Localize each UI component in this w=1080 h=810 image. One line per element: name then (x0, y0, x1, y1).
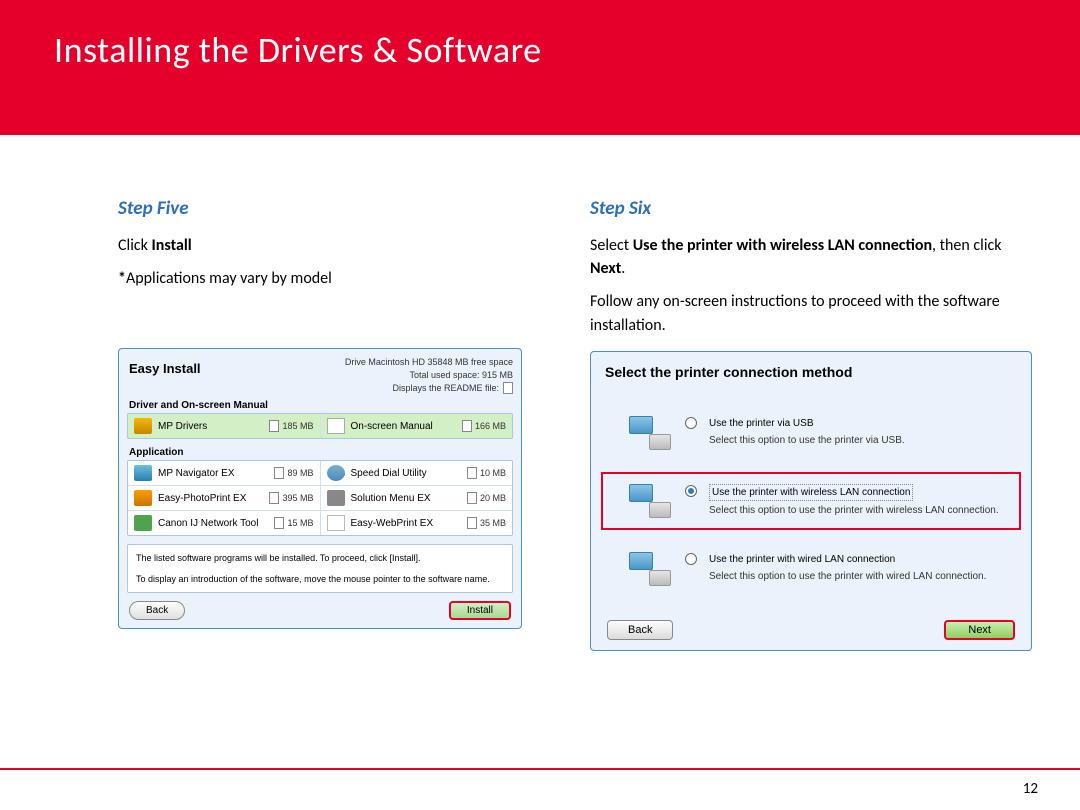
photoprint-icon (134, 490, 152, 506)
wireless-icon (629, 484, 673, 518)
doc-icon (467, 517, 477, 529)
page-number: 12 (1023, 780, 1038, 798)
item-mp-drivers[interactable]: MP Drivers185 MB (128, 414, 321, 438)
step-five-column: Step Five Click Install *Applications ma… (118, 197, 542, 651)
doc-icon (269, 420, 279, 432)
navigator-icon (134, 465, 152, 481)
option-usb[interactable]: Use the printer via USB Select this opti… (601, 404, 1021, 462)
application-list: MP Navigator EX89 MB Speed Dial Utility1… (127, 460, 513, 536)
item-webprint[interactable]: Easy-WebPrint EX35 MB (321, 510, 513, 535)
usb-icon (629, 416, 673, 450)
item-speed-dial[interactable]: Speed Dial Utility10 MB (321, 461, 513, 485)
step-six-text-1: Select Use the printer with wireless LAN… (590, 234, 1032, 280)
item-mp-navigator[interactable]: MP Navigator EX89 MB (128, 461, 321, 485)
option-wired-lan[interactable]: Use the printer with wired LAN connectio… (601, 540, 1021, 598)
solution-icon (327, 490, 345, 506)
doc-icon (467, 467, 477, 479)
install-note: The listed software programs will be ins… (127, 544, 513, 593)
item-solution-menu[interactable]: Solution Menu EX20 MB (321, 485, 513, 510)
footer-divider (0, 768, 1080, 770)
radio-wireless[interactable] (685, 485, 697, 497)
page-title: Installing the Drivers & Software (54, 28, 1080, 72)
manual-icon (327, 418, 345, 434)
section-drivers: Driver and On-screen Manual (129, 400, 513, 411)
readme-icon[interactable] (503, 382, 513, 394)
item-onscreen-manual[interactable]: On-screen Manual166 MB (321, 414, 513, 438)
next-button[interactable]: Next (944, 620, 1015, 640)
section-application: Application (129, 447, 513, 458)
item-easy-photoprint[interactable]: Easy-PhotoPrint EX395 MB (128, 485, 321, 510)
doc-icon (462, 420, 472, 432)
back-button[interactable]: Back (129, 601, 185, 620)
dialog2-title: Select the printer connection method (601, 364, 1021, 380)
doc-icon (467, 492, 477, 504)
step-five-text-1: Click Install (118, 234, 542, 257)
wired-icon (629, 552, 673, 586)
doc-icon (274, 517, 284, 529)
option-wireless-lan[interactable]: Use the printer with wireless LAN connec… (601, 472, 1021, 530)
step-six-heading: Step Six (590, 197, 1032, 220)
doc-icon (274, 467, 284, 479)
dialog2-buttons: Back Next (601, 616, 1021, 640)
step-five-text-2: *Applications may vary by model (118, 267, 542, 290)
radio-wired[interactable] (685, 553, 697, 565)
radio-usb[interactable] (685, 417, 697, 429)
step-six-text-2: Follow any on-screen instructions to pro… (590, 290, 1032, 336)
connection-method-dialog: Select the printer connection method Use… (590, 351, 1032, 651)
doc-icon (269, 492, 279, 504)
step-five-heading: Step Five (118, 197, 542, 220)
back-button-2[interactable]: Back (607, 620, 673, 640)
driver-icon (134, 418, 152, 434)
header-bar: Installing the Drivers & Software (0, 0, 1080, 135)
easy-install-dialog: Easy Install Drive Macintosh HD 35848 MB… (118, 348, 522, 629)
webprint-icon (327, 515, 345, 531)
install-button[interactable]: Install (449, 601, 511, 620)
network-icon (134, 515, 152, 531)
dialog1-buttons: Back Install (127, 601, 513, 620)
speeddial-icon (327, 465, 345, 481)
driver-list: MP Drivers185 MB On-screen Manual166 MB (127, 413, 513, 439)
item-network-tool[interactable]: Canon IJ Network Tool15 MB (128, 510, 321, 535)
step-six-column: Step Six Select Use the printer with wir… (590, 197, 1032, 651)
content-area: Step Five Click Install *Applications ma… (0, 135, 1080, 651)
